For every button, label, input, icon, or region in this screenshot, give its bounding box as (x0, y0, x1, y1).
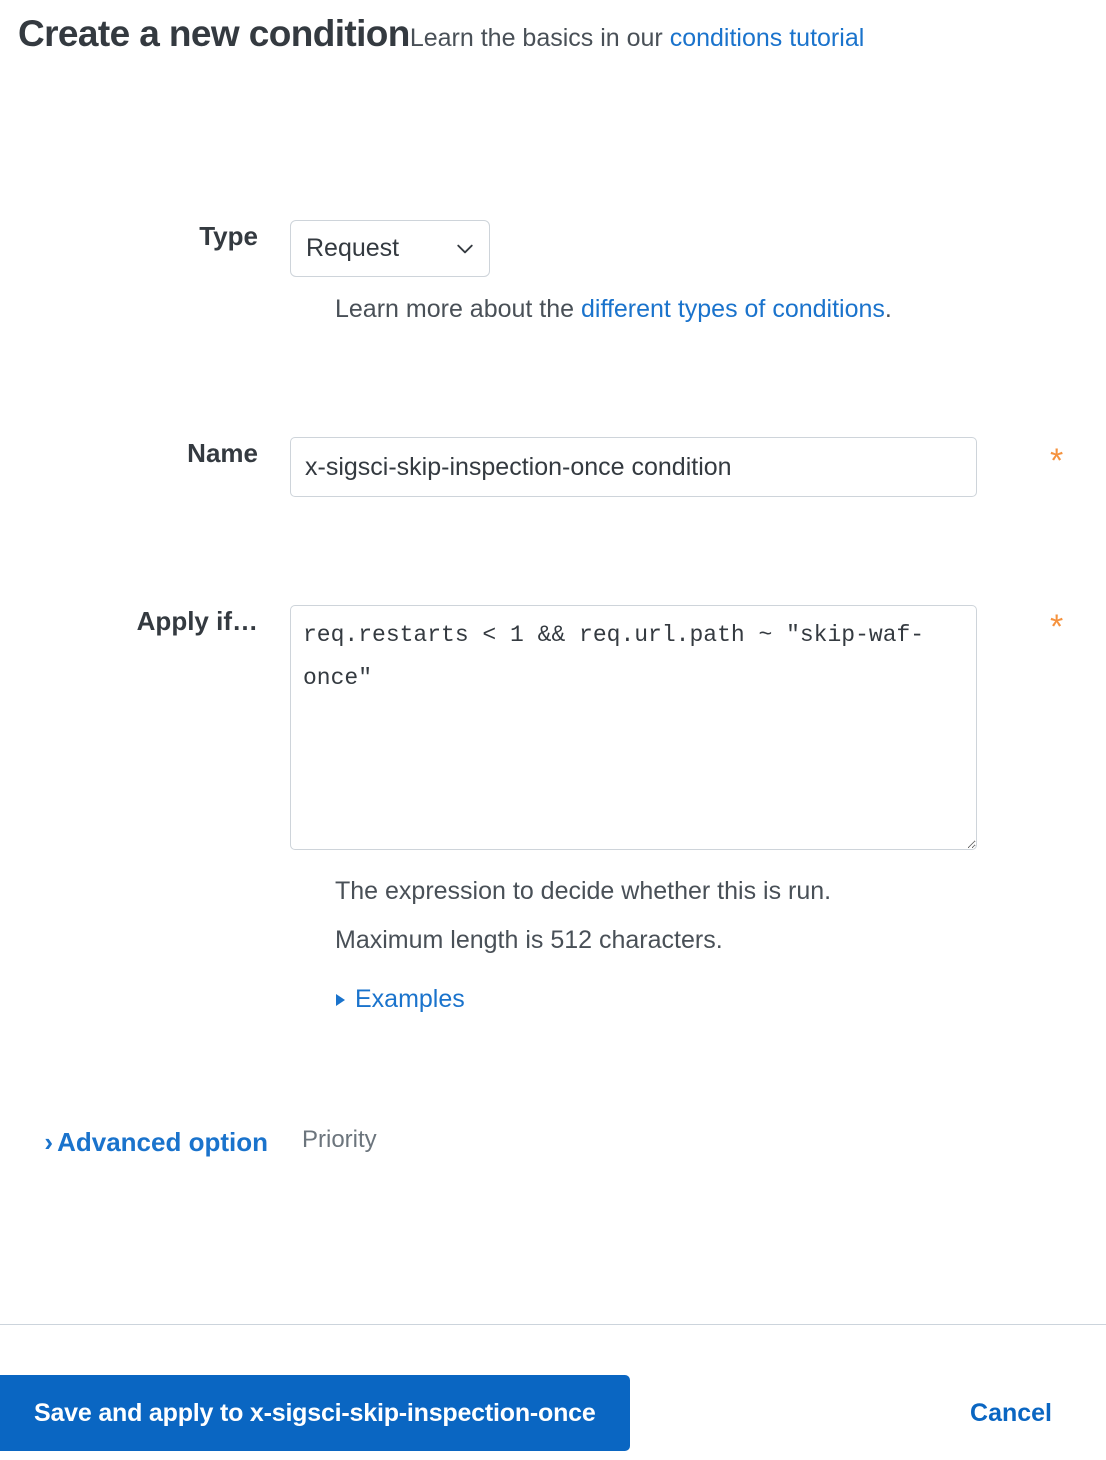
type-select-value: Request (306, 234, 400, 262)
save-button[interactable]: Save and apply to x-sigsci-skip-inspecti… (0, 1375, 630, 1451)
advanced-option-label: Advanced option (57, 1127, 268, 1157)
priority-label: Priority (302, 1126, 377, 1153)
page-header: Create a new condition Learn the basics … (18, 13, 1106, 55)
type-select-wrapper: Request (290, 220, 490, 277)
type-select[interactable]: Request (290, 220, 490, 277)
examples-label: Examples (355, 985, 465, 1013)
name-input[interactable] (290, 437, 977, 497)
type-help-text: Learn more about the different types of … (335, 291, 892, 327)
form-row-name: Name (0, 437, 977, 497)
page-title: Create a new condition (18, 13, 410, 54)
name-field (290, 437, 977, 497)
name-label: Name (187, 438, 258, 468)
form-row-advanced: › Advanced option Priority (0, 1122, 377, 1162)
apply-if-label: Apply if… (136, 606, 258, 636)
type-help-suffix: . (884, 295, 892, 323)
apply-if-help-line-1: The expression to decide whether this is… (335, 877, 832, 905)
cancel-button[interactable]: Cancel (964, 1398, 1058, 1429)
footer-divider (0, 1324, 1106, 1325)
apply-if-field: req.restarts < 1 && req.url.path ~ "skip… (290, 605, 977, 850)
type-field: Request (290, 220, 490, 277)
footer-actions: Save and apply to x-sigsci-skip-inspecti… (0, 1375, 1106, 1451)
apply-if-required-asterisk: * (1050, 608, 1064, 646)
apply-if-textarea[interactable]: req.restarts < 1 && req.url.path ~ "skip… (290, 605, 977, 850)
header-subtitle: Learn the basics in our conditions tutor… (409, 24, 865, 53)
name-required-asterisk: * (1050, 442, 1064, 480)
type-label: Type (199, 221, 258, 251)
different-types-link[interactable]: different types of conditions (581, 295, 885, 323)
form-row-apply-if: Apply if… req.restarts < 1 && req.url.pa… (0, 605, 977, 850)
form-row-type: Type Request (0, 220, 490, 277)
apply-if-help-text: The expression to decide whether this is… (335, 867, 831, 965)
chevron-right-icon: › (44, 1127, 54, 1157)
header-subtitle-text: Learn the basics in our (409, 24, 670, 52)
type-help-prefix: Learn more about the (335, 295, 581, 323)
triangle-right-icon (336, 993, 345, 1006)
examples-disclosure[interactable]: Examples (336, 985, 465, 1014)
conditions-tutorial-link[interactable]: conditions tutorial (670, 24, 865, 52)
apply-if-help-line-2: Maximum length is 512 characters. (335, 925, 723, 954)
advanced-option-toggle[interactable]: › Advanced option (0, 1122, 290, 1162)
